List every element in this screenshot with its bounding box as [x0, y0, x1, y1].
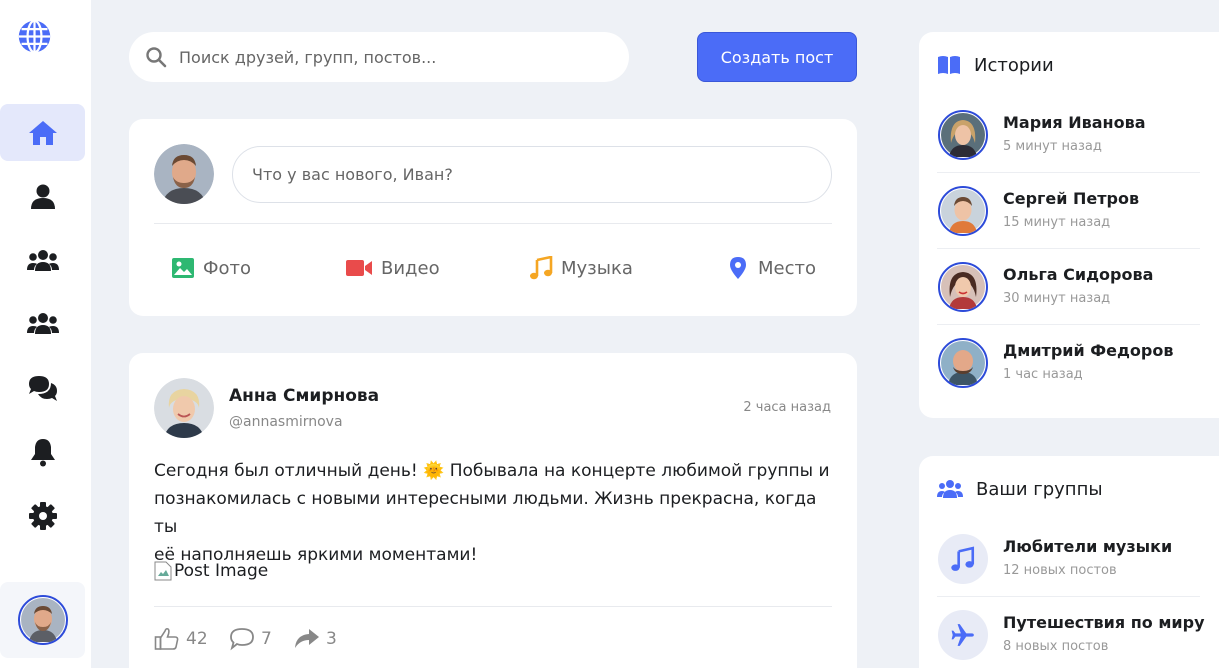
composer-avatar — [154, 144, 214, 204]
post-divider — [154, 606, 832, 607]
current-user-avatar — [17, 595, 68, 645]
story-author-name: Мария Иванова — [1003, 113, 1146, 132]
add-video-label: Видео — [381, 257, 440, 279]
stories-header: Истории — [937, 54, 1054, 76]
composer-input[interactable]: Что у вас нового, Иван? — [232, 146, 832, 203]
story-item[interactable]: Сергей Петров 15 минут назад — [937, 173, 1200, 249]
nav-settings[interactable] — [0, 487, 85, 544]
music-note-icon — [951, 546, 975, 571]
gear-icon — [28, 501, 57, 530]
comment-count: 7 — [261, 629, 272, 649]
feed-post: Анна Смирнова @annasmirnova 2 часа назад… — [129, 353, 857, 668]
group-name: Путешествия по миру — [1003, 613, 1205, 632]
story-time: 5 минут назад — [1003, 139, 1102, 154]
story-avatar — [938, 110, 988, 160]
group-item[interactable]: Путешествия по миру 8 новых постов — [937, 597, 1205, 668]
users-icon — [937, 480, 963, 498]
nav-friends[interactable] — [0, 232, 85, 289]
add-location-label: Место — [758, 257, 816, 279]
story-author-name: Дмитрий Федоров — [1003, 341, 1174, 360]
post-author-handle: @annasmirnova — [229, 414, 343, 430]
nav-groups[interactable] — [0, 295, 85, 352]
post-author-name[interactable]: Анна Смирнова — [229, 386, 379, 406]
story-time: 30 минут назад — [1003, 291, 1111, 306]
plane-icon — [951, 624, 974, 646]
location-icon — [730, 257, 746, 279]
story-time: 1 час назад — [1003, 367, 1083, 382]
story-time: 15 минут назад — [1003, 215, 1111, 230]
search-bar[interactable] — [129, 32, 629, 82]
composer-divider — [154, 223, 832, 224]
story-item[interactable]: Ольга Сидорова 30 минут назад — [937, 249, 1200, 325]
story-item[interactable]: Дмитрий Федоров 1 час назад — [937, 325, 1200, 401]
group-avatar — [938, 610, 988, 660]
story-author-name: Сергей Петров — [1003, 189, 1140, 208]
book-icon — [938, 56, 960, 74]
chat-icon — [28, 375, 57, 401]
story-avatar — [938, 262, 988, 312]
comment-button[interactable]: 7 — [229, 627, 272, 651]
nav-messages[interactable] — [0, 359, 85, 416]
group-meta: 8 новых постов — [1003, 639, 1109, 654]
share-count: 3 — [326, 629, 337, 649]
groups-icon — [26, 312, 59, 334]
add-photo-label: Фото — [203, 257, 252, 279]
bell-icon — [30, 438, 55, 466]
like-count: 42 — [186, 629, 208, 649]
groups-header: Ваши группы — [937, 478, 1103, 500]
stories-panel: Истории Мария Иванова 5 минут назад Серг… — [919, 32, 1219, 418]
composer-placeholder: Что у вас нового, Иван? — [252, 165, 453, 184]
post-image-alt-text: Post Image — [174, 561, 269, 581]
nav-profile[interactable] — [0, 168, 85, 225]
globe-icon[interactable] — [16, 18, 53, 55]
story-item[interactable]: Мария Иванова 5 минут назад — [937, 97, 1200, 173]
post-timestamp: 2 часа назад — [743, 400, 831, 415]
nav-home[interactable] — [0, 104, 85, 161]
group-name: Любители музыки — [1003, 537, 1173, 556]
post-text-line: Сегодня был отличный день! 🌞 Побывала на… — [154, 461, 830, 481]
add-music-label: Музыка — [561, 257, 633, 279]
group-meta: 12 новых постов — [1003, 563, 1117, 578]
video-icon — [346, 260, 372, 276]
stories-title: Истории — [974, 54, 1054, 76]
photo-icon — [172, 258, 194, 278]
comment-icon — [230, 628, 254, 651]
search-input[interactable] — [179, 47, 599, 67]
user-icon — [30, 184, 55, 209]
groups-title: Ваши группы — [976, 478, 1103, 500]
music-icon — [530, 256, 553, 280]
share-button[interactable]: 3 — [294, 627, 337, 651]
thumbs-up-icon — [154, 627, 179, 650]
share-icon — [295, 629, 319, 648]
add-video-button[interactable]: Видео — [345, 253, 440, 283]
group-avatar — [938, 534, 988, 584]
story-avatar — [938, 338, 988, 388]
like-button[interactable]: 42 — [154, 627, 208, 651]
post-author-avatar[interactable] — [154, 378, 214, 438]
add-location-button[interactable]: Место — [726, 253, 816, 283]
groups-panel: Ваши группы Любители музыки 12 новых пос… — [919, 456, 1219, 668]
current-user-menu[interactable] — [0, 582, 85, 658]
post-text-line: познакомилась с новыми интересными людьм… — [154, 489, 817, 537]
story-author-name: Ольга Сидорова — [1003, 265, 1154, 284]
broken-image-icon — [154, 561, 172, 581]
friends-icon — [26, 249, 59, 271]
post-composer: Что у вас нового, Иван? Фото Видео Музык… — [129, 119, 857, 316]
home-icon — [28, 120, 57, 145]
post-text: Сегодня был отличный день! 🌞 Побывала на… — [154, 457, 834, 569]
post-image[interactable]: Post Image — [154, 561, 268, 581]
add-photo-button[interactable]: Фото — [171, 253, 251, 283]
group-item[interactable]: Любители музыки 12 новых постов — [937, 521, 1200, 597]
add-music-button[interactable]: Музыка — [529, 253, 633, 283]
nav-notifications[interactable] — [0, 423, 85, 480]
create-post-button[interactable]: Создать пост — [697, 32, 857, 82]
search-icon — [146, 47, 167, 68]
story-avatar — [938, 186, 988, 236]
sidebar — [0, 0, 91, 668]
